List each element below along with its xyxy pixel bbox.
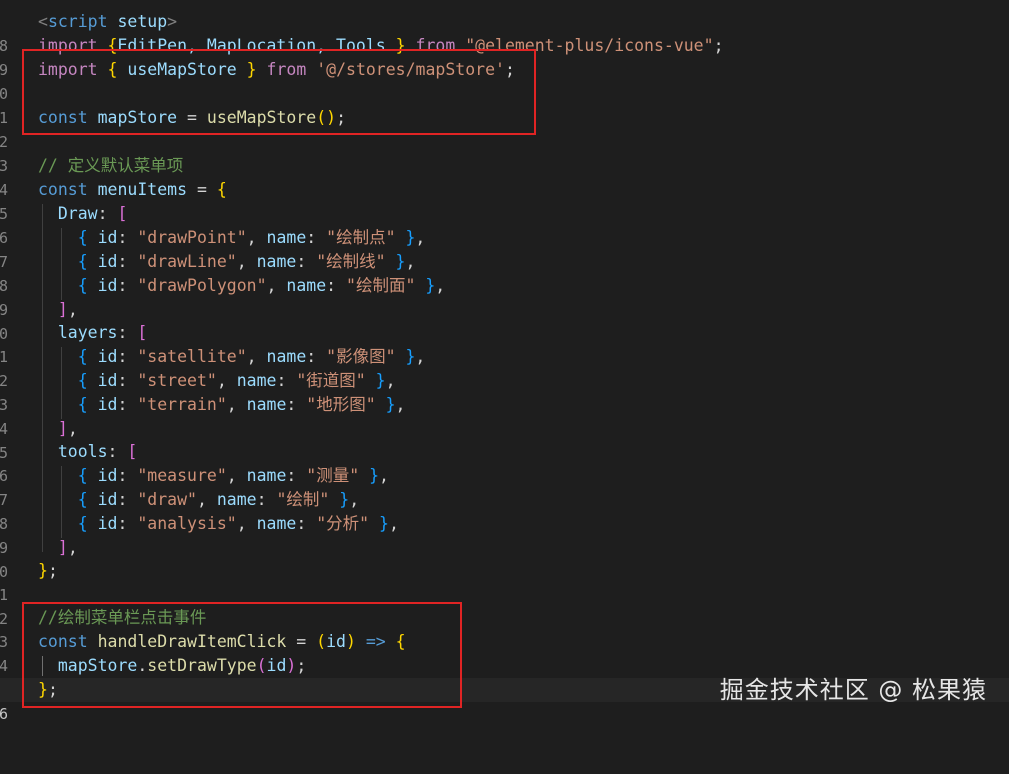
code-line[interactable]: 4 // 定义默认菜单项 xyxy=(0,154,1009,199)
code-line[interactable]: 7 { id: "drawPoint", name: "绘制点" }, xyxy=(0,226,1009,271)
code-line[interactable]: 3 { id: "street", name: "街道图" }, xyxy=(0,369,1009,414)
code-line[interactable]: 1 }; xyxy=(0,559,1009,604)
code-line[interactable]: 6 Draw: [ xyxy=(0,202,1009,247)
code-line[interactable]: 0 ], xyxy=(0,536,1009,581)
watermark: 掘金技术社区 @ 松果猿 xyxy=(719,676,987,704)
code-line[interactable]: 5 const menuItems = { xyxy=(0,178,1009,223)
code-line[interactable]: 9 { id: "drawPolygon", name: "绘制面" }, xyxy=(0,274,1009,319)
code-line[interactable]: 9 { id: "analysis", name: "分析" }, xyxy=(0,512,1009,557)
code-line[interactable]: 6 tools: [ xyxy=(0,440,1009,485)
code-editor[interactable]: 8 <script setup> 9 import {EditPen, MapL… xyxy=(0,0,1009,723)
code-line[interactable]: 8 <script setup> xyxy=(0,10,1009,55)
code-line[interactable]: 4 { id: "terrain", name: "地形图" }, xyxy=(0,393,1009,438)
line-number: 6 xyxy=(0,705,8,723)
code-line[interactable]: 2 { id: "satellite", name: "影像图" }, xyxy=(0,345,1009,390)
code-line[interactable]: 8 { id: "draw", name: "绘制" }, xyxy=(0,488,1009,533)
code-line[interactable]: 7 { id: "measure", name: "测量" }, xyxy=(0,464,1009,509)
code-line[interactable]: 8 { id: "drawLine", name: "绘制线" }, xyxy=(0,250,1009,295)
code-line[interactable]: 1 layers: [ xyxy=(0,321,1009,366)
highlight-box-handler xyxy=(22,602,462,708)
code-line[interactable]: 0 ], xyxy=(0,298,1009,343)
code-line[interactable]: 5 ], xyxy=(0,417,1009,462)
highlight-box-import xyxy=(22,49,536,135)
